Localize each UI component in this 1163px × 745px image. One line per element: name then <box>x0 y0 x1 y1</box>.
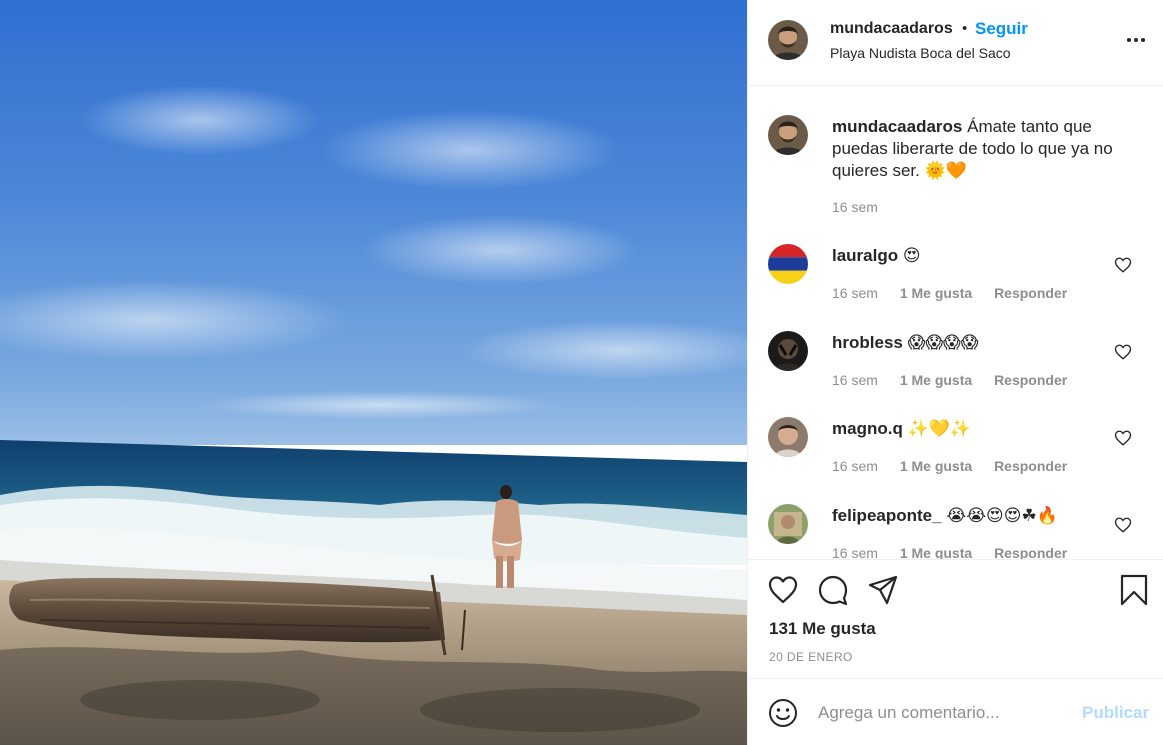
post-sidebar: mundacaadaros • Seguir Playa Nudista Boc… <box>747 0 1163 745</box>
commenter-avatar[interactable] <box>768 244 808 284</box>
author-username[interactable]: mundacaadaros <box>830 20 953 38</box>
bookmark-icon[interactable] <box>1118 574 1150 606</box>
emoji-smiley-icon[interactable] <box>768 698 798 728</box>
comment-meta: 16 sem 1 Me gusta Responder <box>832 545 1085 559</box>
comment-time[interactable]: 16 sem <box>832 372 878 388</box>
caption-text: mundacaadaros Ámate tanto que puedas lib… <box>832 116 1132 182</box>
comment-username[interactable]: magno.q <box>832 419 903 438</box>
follow-button[interactable]: Seguir <box>975 19 1028 39</box>
comments-list[interactable]: mundacaadaros Ámate tanto que puedas lib… <box>748 86 1163 559</box>
separator-dot: • <box>962 20 968 37</box>
paper-plane-icon[interactable] <box>867 574 899 606</box>
comment-meta: 16 sem 1 Me gusta Responder <box>832 372 1085 388</box>
reply-button[interactable]: Responder <box>994 458 1067 474</box>
comment-likes[interactable]: 1 Me gusta <box>900 458 972 474</box>
caption-meta: 16 sem <box>832 199 896 215</box>
comment-time[interactable]: 16 sem <box>832 458 878 474</box>
comment-likes[interactable]: 1 Me gusta <box>900 545 972 559</box>
author-avatar[interactable] <box>768 20 808 60</box>
comment-username[interactable]: lauralgo <box>832 246 898 265</box>
comment-body: ✨💛✨ <box>907 419 972 438</box>
comment-meta: 16 sem 1 Me gusta Responder <box>832 458 1085 474</box>
more-options-icon[interactable] <box>1124 28 1148 52</box>
caption-username[interactable]: mundacaadaros <box>832 117 962 136</box>
comment-text: magno.q ✨💛✨ <box>832 418 1132 440</box>
post-date[interactable]: 20 DE ENERO <box>769 650 853 664</box>
comment-body: 😍 <box>902 246 921 265</box>
comment-like-heart-icon[interactable] <box>1114 343 1132 361</box>
comment-likes[interactable]: 1 Me gusta <box>900 372 972 388</box>
comment-text: hrobless 😱😱😱😱 <box>832 332 1132 354</box>
commenter-avatar[interactable] <box>768 417 808 457</box>
likes-count[interactable]: 131 Me gusta <box>769 619 876 639</box>
caption-avatar[interactable] <box>768 115 808 155</box>
comment-input[interactable] <box>818 699 1068 727</box>
comment-body: 😭😭😍😍☘🔥 <box>946 506 1058 525</box>
reply-button[interactable]: Responder <box>994 372 1067 388</box>
caption-time[interactable]: 16 sem <box>832 199 878 215</box>
reply-button[interactable]: Responder <box>994 285 1067 301</box>
comment-username[interactable]: felipeaponte_ <box>832 506 942 525</box>
commenter-avatar[interactable] <box>768 331 808 371</box>
comment-text: felipeaponte_ 😭😭😍😍☘🔥 <box>832 505 1132 527</box>
comment-username[interactable]: hrobless <box>832 333 903 352</box>
publish-button[interactable]: Publicar <box>1082 703 1149 723</box>
comment-time[interactable]: 16 sem <box>832 285 878 301</box>
comment-meta: 16 sem 1 Me gusta Responder <box>832 285 1085 301</box>
post-location[interactable]: Playa Nudista Boca del Saco <box>830 45 1011 61</box>
add-comment-bar: Publicar <box>748 678 1163 745</box>
heart-icon[interactable] <box>767 574 799 606</box>
comment-body: 😱😱😱😱 <box>907 333 979 352</box>
commenter-avatar[interactable] <box>768 504 808 544</box>
comment-text: lauralgo 😍 <box>832 245 1132 267</box>
comment-likes[interactable]: 1 Me gusta <box>900 285 972 301</box>
comment-like-heart-icon[interactable] <box>1114 429 1132 447</box>
comment-time[interactable]: 16 sem <box>832 545 878 559</box>
comment-like-heart-icon[interactable] <box>1114 256 1132 274</box>
reply-button[interactable]: Responder <box>994 545 1067 559</box>
comment-like-heart-icon[interactable] <box>1114 516 1132 534</box>
post-photo[interactable] <box>0 0 747 745</box>
comment-icon[interactable] <box>817 574 849 606</box>
beach-photo-image <box>0 0 747 745</box>
post-header: mundacaadaros • Seguir Playa Nudista Boc… <box>748 0 1163 86</box>
